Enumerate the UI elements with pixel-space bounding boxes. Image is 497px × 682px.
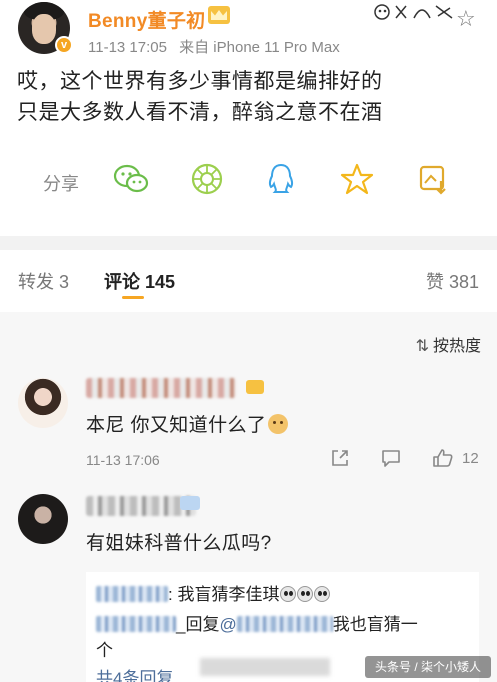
- comment-time: 11-13 17:06: [86, 452, 160, 468]
- favorite-star-icon[interactable]: ☆: [456, 6, 476, 32]
- author-name[interactable]: Benny董子初: [88, 6, 205, 33]
- interaction-tabs: 转发 3 评论 145 赞 381: [0, 250, 497, 312]
- save-image-icon[interactable]: [414, 160, 452, 198]
- reply-author-blurred[interactable]: [96, 586, 168, 602]
- reply-word: _回复: [176, 615, 220, 634]
- comment-text-content: 本尼 你又知道什么了: [86, 415, 267, 436]
- tab-repost[interactable]: 转发 3: [18, 268, 69, 294]
- watermark: 头条号 / 柒个小矮人: [364, 656, 491, 678]
- tab-comments[interactable]: 评论 145: [104, 268, 175, 294]
- sort-by-hot-button[interactable]: ⇅ 按热度: [416, 332, 481, 356]
- moments-icon[interactable]: [188, 160, 226, 198]
- reply-comment-icon[interactable]: [380, 448, 402, 468]
- decoration-doodle-icon: [374, 4, 453, 20]
- sort-icon: ⇅: [415, 338, 429, 355]
- like-comment-button[interactable]: 12: [432, 448, 479, 468]
- comment-item: 本尼 你又知道什么了 11-13 17:06 12: [0, 364, 497, 476]
- wechat-icon[interactable]: [112, 160, 150, 198]
- commenter-avatar[interactable]: [18, 494, 68, 544]
- reply-line: _回复@ 我也盲猜一: [96, 610, 418, 635]
- eyes-emoji-icon: [280, 586, 297, 602]
- mention[interactable]: @: [219, 615, 236, 634]
- share-bar: 分享: [0, 158, 497, 202]
- doge-emoji-icon: [268, 414, 289, 434]
- eyes-emoji-icon: [314, 586, 331, 602]
- post-content: 哎，这个世界有多少事情都是编排好的 只是大多数人看不清，醉翁之意不在酒: [17, 66, 383, 128]
- mention-name-blurred[interactable]: [236, 616, 333, 632]
- verified-badge-icon: v: [55, 36, 73, 54]
- vip-crown-icon: [208, 6, 230, 24]
- commenter-name-blurred[interactable]: [86, 378, 236, 398]
- sort-label: 按热度: [432, 338, 481, 355]
- post-meta: 11-13 17:05 来自 iPhone 11 Pro Max: [88, 36, 348, 57]
- reply-text: 我也盲猜一: [332, 615, 418, 634]
- sort-bar: ⇅ 按热度: [0, 312, 497, 364]
- qq-icon[interactable]: [262, 160, 300, 198]
- share-label: 分享: [43, 174, 79, 194]
- qzone-star-icon[interactable]: [338, 160, 376, 198]
- active-tab-indicator: [122, 296, 144, 299]
- tab-likes[interactable]: 赞 381: [426, 268, 479, 294]
- comment-item: 有姐妹科普什么瓜吗? : 我盲猜李佳琪 _回复@ 我也盲猜一 个 共4条回复: [0, 476, 497, 682]
- weibo-post: v Benny董子初 11-13 17:05 来自 iPhone 11 Pro …: [0, 0, 497, 236]
- like-count: 12: [462, 449, 479, 467]
- reply-line: 个: [96, 641, 113, 660]
- blurred-overlay: [200, 658, 330, 676]
- eyes-emoji-icon: [297, 586, 314, 602]
- thumbs-up-icon: [433, 449, 453, 467]
- more-replies-link[interactable]: 共4条回复: [96, 664, 173, 682]
- reply-author-blurred[interactable]: [96, 616, 176, 632]
- commenter-avatar[interactable]: [18, 378, 68, 428]
- comment-text: 有姐妹科普什么瓜吗?: [86, 533, 272, 554]
- section-divider: [0, 236, 497, 250]
- member-badge-icon: [180, 496, 200, 510]
- post-text-line: 哎，这个世界有多少事情都是编排好的: [17, 70, 383, 93]
- post-source: 来自 iPhone 11 Pro Max: [179, 39, 340, 56]
- vip-badge-icon: [246, 380, 264, 394]
- reply-line: : 我盲猜李佳琪: [96, 580, 331, 605]
- share-comment-icon[interactable]: [330, 448, 350, 468]
- reply-text: : 我盲猜李佳琪: [168, 585, 280, 604]
- post-time: 11-13 17:05: [88, 39, 167, 56]
- comment-text: 本尼 你又知道什么了: [86, 410, 289, 437]
- post-text-line: 只是大多数人看不清，醉翁之意不在酒: [17, 101, 383, 124]
